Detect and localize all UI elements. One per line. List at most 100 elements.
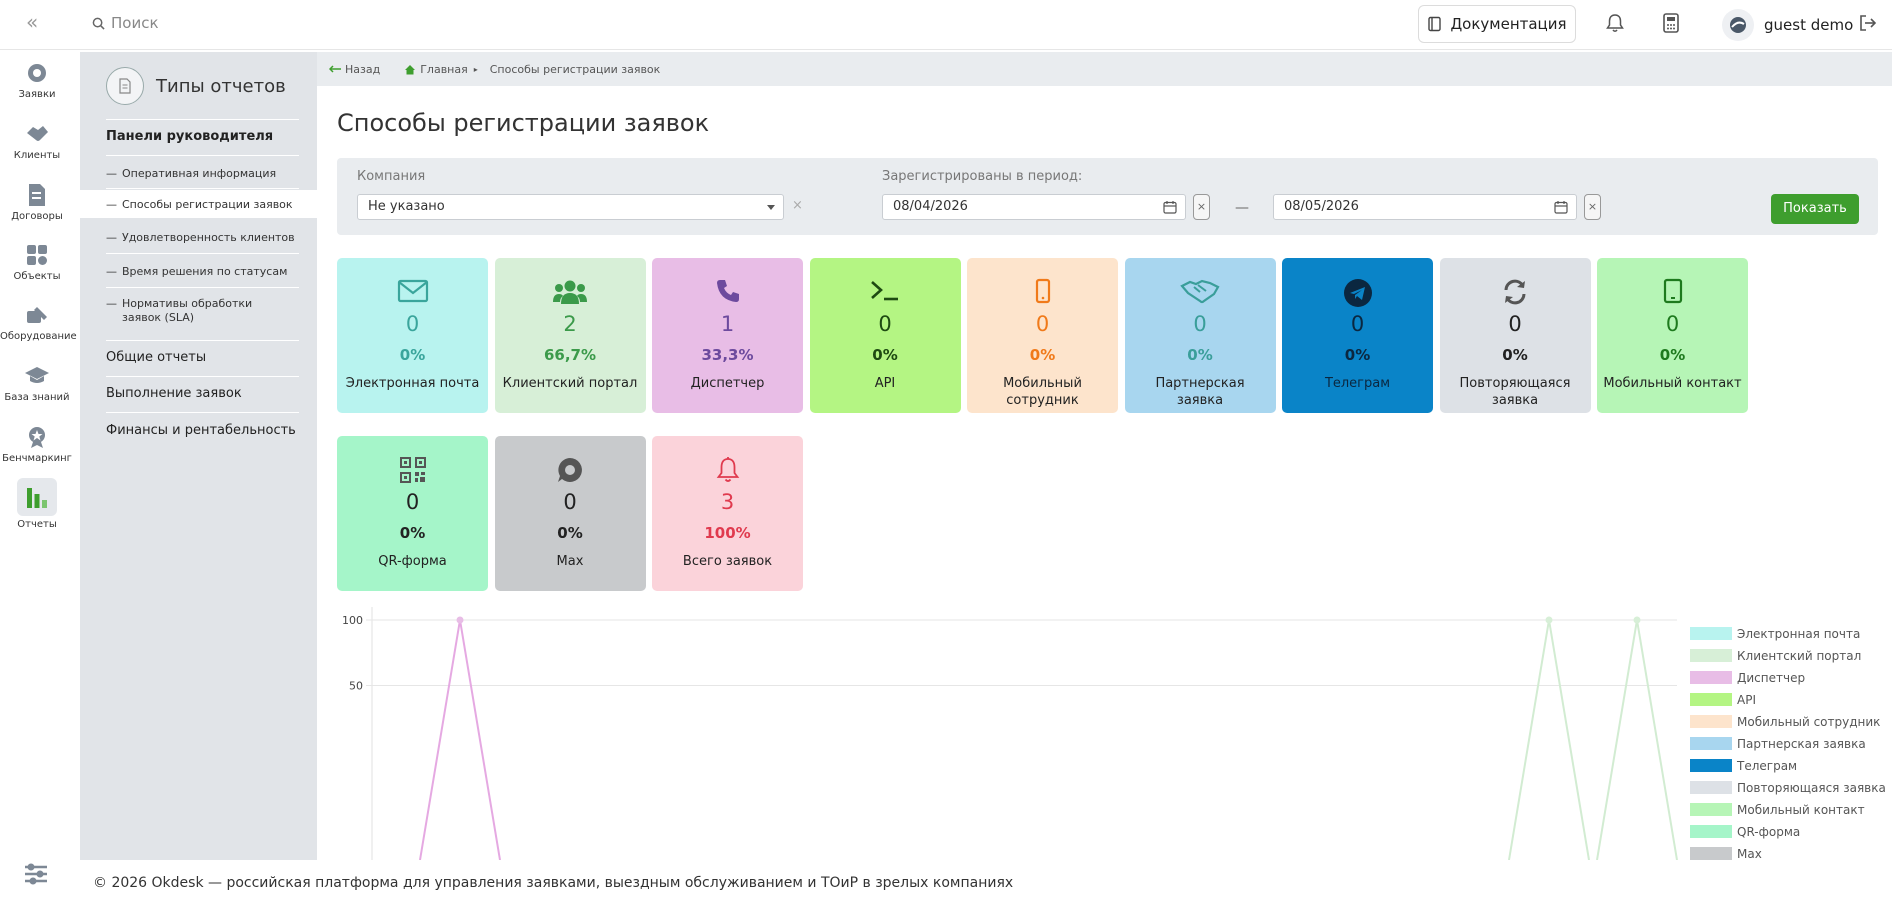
legend-item[interactable]: Max	[1690, 847, 1762, 860]
legend-item[interactable]: API	[1690, 693, 1756, 707]
card-max-chat: 0 0% Max	[494, 436, 646, 591]
card-bell: 3 100% Всего заявок	[652, 436, 803, 591]
show-button[interactable]: Показать	[1771, 194, 1859, 224]
card-label: Электронная почта	[345, 376, 480, 391]
card-count: 0	[878, 312, 892, 336]
group-finance[interactable]: Финансы и рентабельность	[106, 423, 296, 438]
legend-item[interactable]: Клиентский портал	[1690, 649, 1861, 663]
card-label: Повторяющаяся заявка	[1459, 376, 1571, 408]
date-to-clear-button[interactable]: ×	[1584, 194, 1601, 220]
legend-label: Мобильный контакт	[1737, 803, 1865, 817]
card-percent: 0%	[872, 346, 898, 364]
report-doc-icon	[106, 67, 144, 105]
nav-item-contracts[interactable]: Договоры	[0, 182, 74, 222]
date-from-input[interactable]: 08/04/2026	[882, 194, 1186, 220]
legend-label: API	[1737, 693, 1756, 707]
nav-item-knowledge-base[interactable]: База знаний	[0, 363, 74, 403]
nav-item-tickets[interactable]: Заявки	[0, 60, 74, 100]
handshake-icon	[1125, 278, 1276, 308]
benchmark-icon	[29, 427, 45, 448]
card-label: QR-форма	[378, 554, 447, 569]
nav-item-benchmarking[interactable]: Бенчмаркинг	[0, 424, 74, 464]
card-label: Мобильный контакт	[1603, 376, 1742, 391]
nav-item-reports[interactable]: Отчеты	[0, 478, 74, 530]
legend-label: Электронная почта	[1737, 627, 1860, 641]
legend-item[interactable]: Электронная почта	[1690, 627, 1860, 641]
nav-label: Оборудование	[0, 331, 77, 342]
company-clear-icon[interactable]: ×	[792, 198, 803, 213]
group-general-reports[interactable]: Общие отчеты	[106, 350, 206, 365]
card-label: Max	[556, 554, 584, 569]
legend-item[interactable]: Диспетчер	[1690, 671, 1805, 685]
card-qr: 0 0% QR-форма	[337, 436, 488, 591]
report-types-title: Типы отчетов	[156, 75, 286, 97]
max-chat-icon	[495, 456, 646, 486]
card-count: 0	[1350, 312, 1365, 336]
nav-item-equipment[interactable]: Оборудование	[0, 302, 77, 342]
home-link[interactable]: Главная	[404, 63, 468, 76]
nav-item-clients[interactable]: Клиенты	[0, 121, 74, 161]
card-label: Диспетчер	[690, 376, 765, 391]
back-link[interactable]: Назад	[329, 63, 380, 76]
card-telegram: 0 0% Телеграм	[1282, 258, 1433, 413]
divider	[106, 155, 299, 156]
card-count: 1	[720, 312, 735, 336]
legend-label: Повторяющаяся заявка	[1737, 781, 1886, 795]
card-count: 0	[1665, 312, 1680, 336]
data-point[interactable]	[456, 616, 464, 624]
nav-label: Отчеты	[17, 519, 57, 530]
legend-item[interactable]: Телеграм	[1690, 759, 1797, 773]
data-point[interactable]	[1545, 616, 1553, 624]
tablet-icon	[1597, 278, 1748, 308]
card-users: 2 66,7% Клиентский портал	[494, 258, 646, 413]
divider	[106, 376, 299, 377]
report-item-registration-methods[interactable]: — Способы регистрации заявок	[80, 190, 317, 218]
date-to-input[interactable]: 08/05/2026	[1273, 194, 1577, 220]
bell-icon[interactable]	[1604, 12, 1626, 38]
search-box[interactable]: Поиск	[92, 14, 159, 32]
legend-item[interactable]: QR-форма	[1690, 825, 1800, 839]
settings-sliders-icon[interactable]	[23, 862, 49, 890]
terminal-icon	[810, 278, 961, 308]
date-range-dash: —	[1235, 200, 1249, 216]
legend-swatch	[1690, 803, 1732, 816]
registration-chart: 100 50 Электронная почта Клиентский портал Д…	[342, 607, 1886, 860]
nav-item-objects[interactable]: Объекты	[0, 242, 74, 282]
legend-swatch	[1690, 781, 1732, 794]
card-percent: 0%	[1344, 346, 1371, 364]
user-menu[interactable]: guest demo	[1722, 9, 1853, 41]
group-manager-panels[interactable]: Панели руководителя	[106, 129, 273, 144]
legend-item[interactable]: Повторяющаяся заявка	[1690, 781, 1886, 795]
documentation-button[interactable]: Документация	[1418, 5, 1576, 43]
report-item-sla[interactable]: — Нормативы обработки заявок (SLA)	[80, 297, 317, 325]
date-from-clear-button[interactable]: ×	[1193, 194, 1210, 220]
company-select[interactable]: Не указано	[357, 194, 784, 220]
calculator-icon[interactable]	[1661, 12, 1681, 38]
logout-icon[interactable]	[1858, 13, 1878, 37]
user-name: guest demo	[1764, 16, 1854, 34]
legend-item[interactable]: Мобильный сотрудник	[1690, 715, 1880, 729]
card-handshake: 0 0% Партнерская заявка	[1124, 258, 1276, 413]
phone-icon	[652, 278, 803, 308]
ticket-icon	[28, 64, 46, 82]
legend-item[interactable]: Партнерская заявка	[1690, 737, 1866, 751]
arrow-left-icon	[329, 65, 341, 73]
double-chevron-left-icon[interactable]: «	[26, 12, 38, 32]
legend-swatch	[1690, 715, 1732, 728]
data-point[interactable]	[1633, 616, 1641, 624]
breadcrumb: Назад Главная ▸ Способы регистрации заяв…	[317, 52, 1892, 86]
card-count: 0	[1193, 312, 1207, 336]
report-item-operational[interactable]: — Оперативная информация	[80, 160, 317, 186]
legend-item[interactable]: Мобильный контакт	[1690, 803, 1865, 817]
divider	[106, 119, 299, 120]
page-title: Способы регистрации заявок	[337, 109, 710, 137]
group-ticket-execution[interactable]: Выполнение заявок	[106, 386, 242, 401]
report-item-satisfaction[interactable]: — Удовлетворенность клиентов	[80, 223, 317, 251]
contract-icon	[29, 184, 45, 206]
report-item-status-time[interactable]: — Время решения по статусам	[80, 257, 317, 285]
telegram-icon	[1282, 278, 1433, 308]
card-percent: 0%	[399, 524, 426, 542]
envelope-icon	[337, 278, 488, 308]
caret-down-icon	[767, 205, 775, 210]
card-tablet: 0 0% Мобильный контакт	[1597, 258, 1748, 413]
